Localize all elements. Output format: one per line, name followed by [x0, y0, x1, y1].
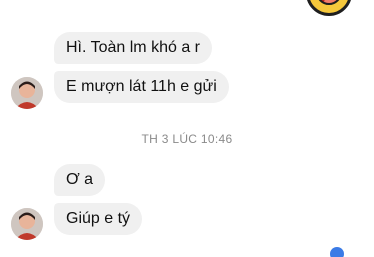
- avatar[interactable]: [11, 208, 43, 240]
- message-bubble[interactable]: Giúp e tý: [54, 203, 143, 235]
- seen-avatar-icon: [330, 247, 344, 257]
- sticker-mouth: [316, 0, 342, 5]
- message-bubble[interactable]: E mượn lát 11h e gửi: [54, 71, 229, 103]
- avatar-icon: [11, 77, 43, 109]
- avatar-icon: [11, 208, 43, 240]
- message-bubble[interactable]: Ơ a: [54, 164, 106, 196]
- message-bubble[interactable]: Hì. Toàn lm khó a r: [54, 32, 212, 64]
- laughing-face-sticker-icon: [306, 0, 352, 16]
- message-timestamp: TH 3 LÚC 10:46: [141, 132, 233, 146]
- avatar[interactable]: [11, 77, 43, 109]
- sticker-tongue: [324, 0, 338, 3]
